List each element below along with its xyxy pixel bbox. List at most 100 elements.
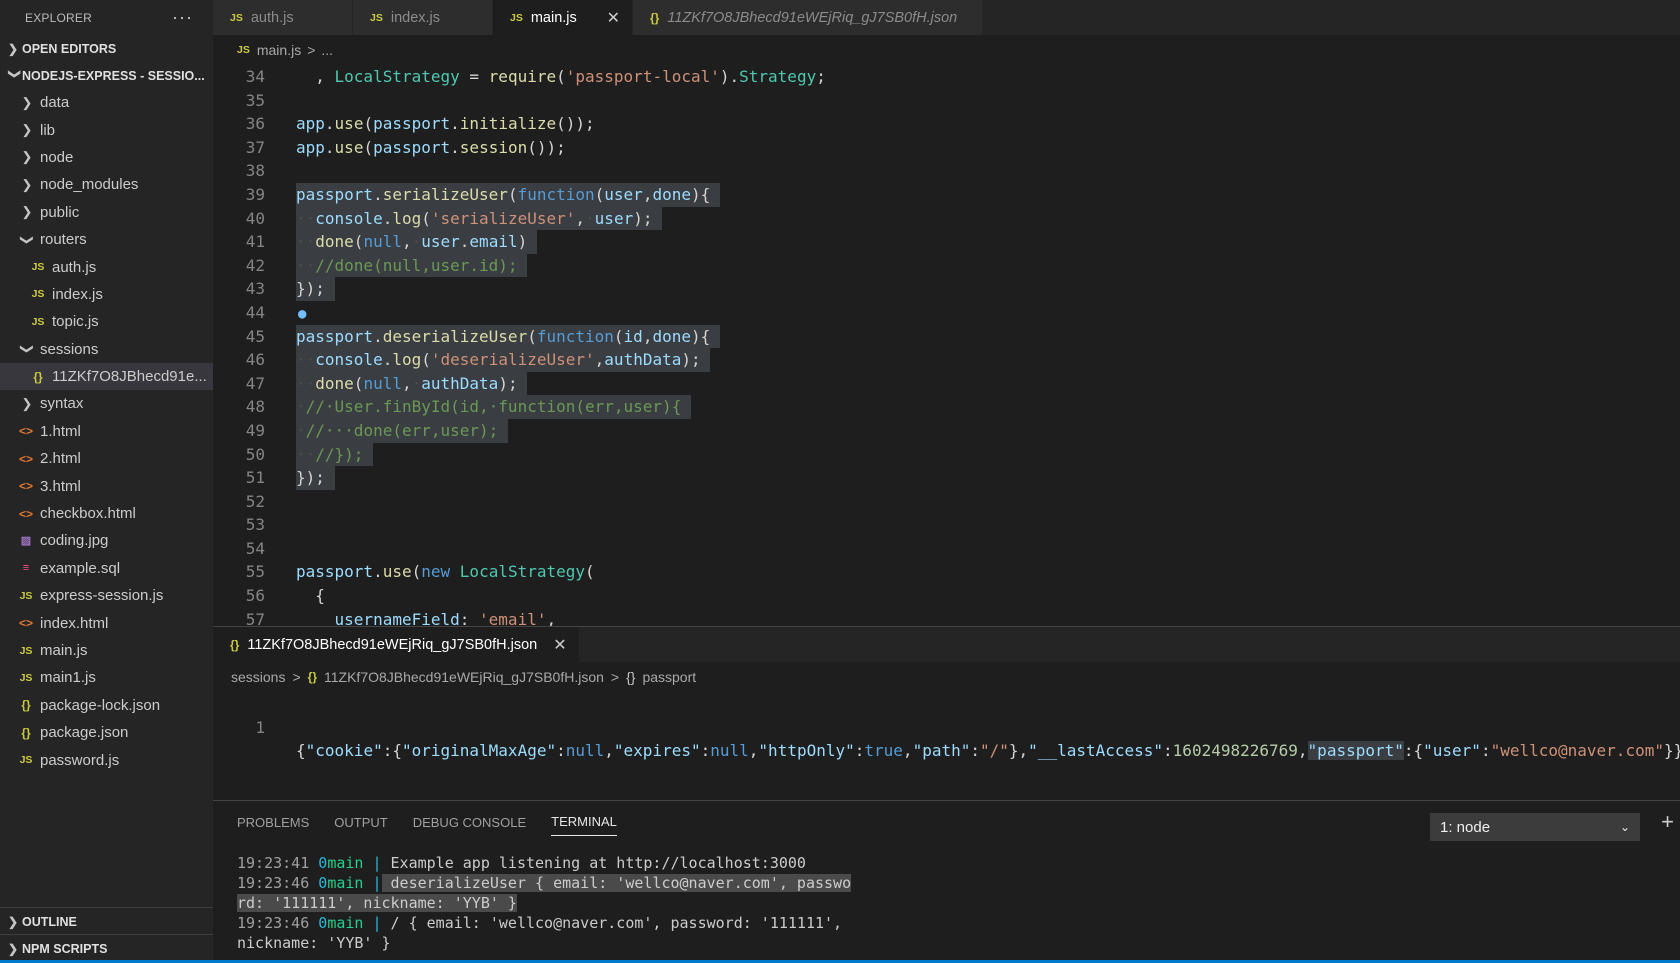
line-number: 54	[245, 538, 265, 558]
terminal-bar: |	[363, 874, 382, 892]
breadcrumb-file[interactable]: main.js	[257, 42, 301, 58]
code-line: 50 ··//});	[213, 442, 1680, 467]
terminal-output[interactable]: 19:23:41 0main | Example app listening a…	[237, 853, 1680, 953]
folder-item[interactable]: ❯ routers	[0, 226, 213, 253]
json-editor[interactable]: 1 {"cookie":{"originalMaxAge":null,"expi…	[213, 692, 1680, 800]
file-item[interactable]: JS auth.js	[0, 253, 213, 280]
file-item[interactable]: ≡ example.sql	[0, 555, 213, 582]
js-file-icon: JS	[31, 261, 45, 274]
tab-index-js[interactable]: JS index.js	[353, 0, 493, 35]
json-file-icon: {}	[21, 725, 31, 740]
json-file-icon: {}	[230, 637, 240, 652]
code-line: 36 app.use(passport.initialize());	[213, 112, 1680, 136]
npm-scripts-section[interactable]: ❯ NPM SCRIPTS	[0, 934, 213, 962]
code-editor[interactable]: 34 , LocalStrategy = require('passport-l…	[213, 65, 1680, 626]
database-file-icon: ≡	[22, 562, 30, 575]
terminal-select[interactable]: 1: node ⌄	[1430, 813, 1640, 841]
code-line: 54	[213, 537, 1680, 561]
new-terminal-icon[interactable]: +	[1661, 809, 1674, 835]
code-line: 45 passport.deserializeUser(function(id,d…	[213, 324, 1680, 349]
code-line: 47 ··done(null,·authData);	[213, 371, 1680, 396]
tree-item-label: 1.html	[40, 422, 81, 440]
panel-tab-problems[interactable]: PROBLEMS	[237, 809, 309, 836]
file-item[interactable]: JS password.js	[0, 746, 213, 773]
code-line: 41 ··done(null,·user.email)	[213, 230, 1680, 254]
folder-item[interactable]: ❯ sessions	[0, 336, 213, 363]
line-number: 36	[245, 114, 265, 134]
folder-item[interactable]: ❯ syntax	[0, 390, 213, 417]
tab-label: 11ZKf7O8JBhecd91eWEjRiq_gJ7SB0fH.json	[247, 636, 538, 653]
folder-item[interactable]: ❯ data	[0, 89, 213, 116]
panel-tab-terminal[interactable]: TERMINAL	[551, 808, 617, 836]
file-item[interactable]: <> 3.html	[0, 472, 213, 499]
json-object-icon: {}	[626, 669, 636, 685]
breadcrumb-file[interactable]: 11ZKf7O8JBhecd91eWEjRiq_gJ7SB0fH.json	[324, 669, 604, 685]
folder-item[interactable]: ❯ node	[0, 144, 213, 171]
line-content: ··//done(null,user.id);	[296, 253, 528, 278]
chevron-down-icon: ❯	[8, 68, 22, 79]
tab-11zkf7o8jbhecd91ewejriq_gj7sb0[interactable]: {} 11ZKf7O8JBhecd91eWEjRiq_gJ7SB0fH.json	[633, 0, 983, 35]
js-file-icon: JS	[230, 11, 243, 24]
file-item[interactable]: <> 2.html	[0, 445, 213, 472]
tab-main-js[interactable]: JS main.js ✕	[493, 0, 633, 35]
breadcrumb-separator: >	[307, 42, 316, 58]
file-item[interactable]: JS express-session.js	[0, 582, 213, 609]
terminal-id: 0	[318, 874, 328, 892]
file-item[interactable]: JS topic.js	[0, 308, 213, 335]
line-content: {"cookie":{"originalMaxAge":null,"expire…	[296, 741, 1680, 761]
folder-item[interactable]: ❯ lib	[0, 116, 213, 143]
line-number: 53	[245, 515, 265, 535]
file-item[interactable]: JS main1.js	[0, 664, 213, 691]
json-file-icon: {}	[33, 369, 43, 384]
tab-auth-js[interactable]: JS auth.js	[213, 0, 353, 35]
file-item[interactable]: <> checkbox.html	[0, 500, 213, 527]
breadcrumb-more[interactable]: ...	[321, 42, 333, 58]
project-section[interactable]: ❯ NODEJS-EXPRESS - SESSIO...	[0, 62, 213, 89]
file-item[interactable]: {} 11ZKf7O8JBhecd91e...	[0, 362, 213, 391]
file-item[interactable]: {} package.json	[0, 719, 213, 746]
js-file-icon: JS	[510, 11, 523, 24]
line-number: 45	[245, 326, 265, 346]
chevron-right-icon: ❯	[21, 149, 33, 165]
json-file-icon: {}	[21, 698, 31, 713]
line-number: 41	[245, 232, 265, 252]
open-editors-section[interactable]: ❯ OPEN EDITORS	[0, 35, 213, 62]
file-item[interactable]: ▨ coding.jpg	[0, 527, 213, 554]
more-actions-icon[interactable]: ···	[172, 7, 193, 28]
line-number: 1	[255, 717, 265, 737]
project-label: NODEJS-EXPRESS - SESSIO...	[22, 68, 205, 83]
code-line: 56 {	[213, 584, 1680, 608]
tree-item-label: sessions	[40, 340, 99, 358]
close-icon[interactable]: ✕	[597, 8, 620, 28]
file-item[interactable]: {} package-lock.json	[0, 692, 213, 719]
tree-item-label: data	[40, 94, 70, 112]
tab-session-json[interactable]: {} 11ZKf7O8JBhecd91eWEjRiq_gJ7SB0fH.json…	[213, 627, 580, 662]
outline-section[interactable]: ❯ OUTLINE	[0, 907, 213, 935]
file-item[interactable]: JS main.js	[0, 637, 213, 664]
panel-tab-output[interactable]: OUTPUT	[334, 809, 387, 836]
code-line: 37 app.use(passport.session());	[213, 136, 1680, 160]
tree-item-label: coding.jpg	[40, 532, 109, 550]
terminal-id: 0	[318, 914, 328, 932]
line-number: 44	[245, 302, 265, 322]
line-content: ··done(null,·user.email)	[296, 230, 537, 254]
folder-item[interactable]: ❯ node_modules	[0, 171, 213, 198]
close-icon[interactable]: ✕	[543, 635, 566, 655]
terminal-line: 19:23:46 0main | deserializeUser { email…	[237, 873, 1680, 893]
panel-tab-debug-console[interactable]: DEBUG CONSOLE	[413, 809, 526, 836]
file-item[interactable]: <> 1.html	[0, 418, 213, 445]
file-item[interactable]: JS index.js	[0, 281, 213, 308]
code-line: 38	[213, 159, 1680, 183]
open-editors-label: OPEN EDITORS	[22, 41, 117, 56]
lightbulb-icon[interactable]: ●	[298, 303, 306, 327]
line-number: 46	[245, 350, 265, 370]
file-item[interactable]: <> index.html	[0, 609, 213, 636]
breadcrumb-separator: >	[292, 669, 301, 685]
code-line: 46 ··console.log('deserializeUser',authDa…	[213, 348, 1680, 372]
breadcrumb-symbol[interactable]: passport	[642, 669, 696, 685]
chevron-right-icon: ❯	[8, 941, 19, 956]
chevron-right-icon: ❯	[21, 395, 33, 411]
breadcrumb-folder[interactable]: sessions	[231, 669, 285, 685]
js-file-icon: JS	[19, 644, 33, 657]
folder-item[interactable]: ❯ public	[0, 199, 213, 226]
